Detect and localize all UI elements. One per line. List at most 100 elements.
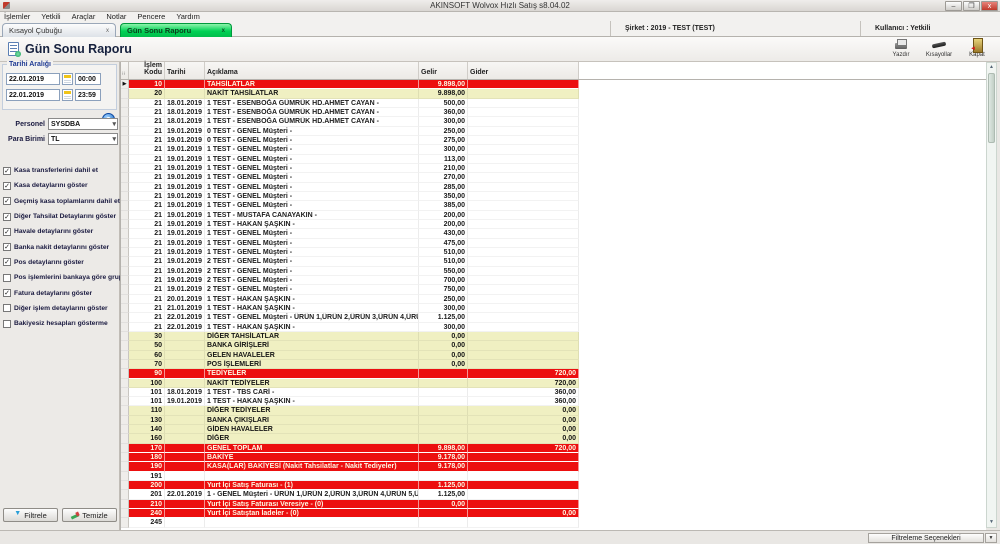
time-to-input[interactable]: 23:59 xyxy=(75,89,101,101)
table-row[interactable]: 200Yurt İçi Satış Faturası - (1)1.125,00 xyxy=(121,481,987,490)
filter-checkbox-item[interactable]: Bakiyesiz hesapları gösterme xyxy=(3,316,119,331)
table-row[interactable]: 2119.01.20191 TEST - GENEL Müşteri -430,… xyxy=(121,229,987,238)
filter-checkbox-item[interactable]: Pos işlemlerini bankaya göre grupla xyxy=(3,270,119,285)
temizle-button[interactable]: Temizle xyxy=(62,508,117,522)
table-row[interactable]: 2119.01.20191 TEST - GENEL Müşteri -285,… xyxy=(121,183,987,192)
table-row[interactable]: 20122.01.20191 - GENEL Müşteri - ÜRÜN 1,… xyxy=(121,490,987,499)
scroll-down-icon[interactable]: ▼ xyxy=(987,518,996,527)
table-row[interactable]: 2119.01.20192 TEST - GENEL Müşteri -550,… xyxy=(121,267,987,276)
calendar-icon[interactable] xyxy=(62,73,73,85)
table-row[interactable]: 140GİDEN HAVALELER0,00 xyxy=(121,425,987,434)
scroll-up-icon[interactable]: ▲ xyxy=(987,63,996,72)
checkbox-unchecked-icon[interactable] xyxy=(3,320,11,328)
filter-checkbox-item[interactable]: ✓Fatura detaylarını göster xyxy=(3,285,119,300)
maximize-button[interactable]: ❐ xyxy=(963,1,980,11)
table-row[interactable]: 2119.01.20190 TEST - GENEL Müşteri -275,… xyxy=(121,136,987,145)
table-row[interactable]: 2119.01.20190 TEST - GENEL Müşteri -250,… xyxy=(121,127,987,136)
table-row[interactable]: 2119.01.20191 TEST - GENEL Müşteri -270,… xyxy=(121,173,987,182)
filter-checkbox-item[interactable]: ✓Geçmiş kasa toplamlarını dahil et xyxy=(3,194,119,209)
close-button[interactable]: x xyxy=(981,1,998,11)
table-row[interactable]: 2119.01.20191 TEST - GENEL Müşteri -385,… xyxy=(121,201,987,210)
checkbox-checked-icon[interactable]: ✓ xyxy=(3,167,11,175)
column-header-gelir[interactable]: Gelir xyxy=(419,62,468,79)
table-row[interactable]: 2118.01.20191 TEST - ESENBOĞA GÜMRÜK HD.… xyxy=(121,108,987,117)
checkbox-checked-icon[interactable]: ✓ xyxy=(3,213,11,221)
table-row[interactable]: ▶10TAHSİLATLAR9.898,00 xyxy=(121,80,987,89)
filter-checkbox-item[interactable]: ✓Banka nakit detaylarını göster xyxy=(3,239,119,254)
table-row[interactable]: 90TEDİYELER720,00 xyxy=(121,369,987,378)
table-row[interactable]: 190KASA(LAR) BAKİYESİ (Nakit Tahsilatlar… xyxy=(121,462,987,471)
menu-item[interactable]: İşlemler xyxy=(4,12,30,21)
table-row[interactable]: 10119.01.20191 TEST - HAKAN ŞAŞKIN -360,… xyxy=(121,397,987,406)
table-row[interactable]: 2122.01.20191 TEST - GENEL Müşteri - ÜRÜ… xyxy=(121,313,987,322)
tab-close-icon[interactable]: x xyxy=(222,28,225,34)
time-from-input[interactable]: 00:00 xyxy=(75,73,101,85)
checkbox-checked-icon[interactable]: ✓ xyxy=(3,228,11,236)
table-row[interactable]: 2119.01.20191 TEST - GENEL Müşteri -475,… xyxy=(121,239,987,248)
column-header-islem-kodu[interactable]: İşlem Kodu xyxy=(129,62,165,79)
table-row[interactable]: 2120.01.20191 TEST - HAKAN ŞAŞKIN -250,0… xyxy=(121,295,987,304)
checkbox-checked-icon[interactable]: ✓ xyxy=(3,289,11,297)
checkbox-checked-icon[interactable]: ✓ xyxy=(3,243,11,251)
menu-item[interactable]: Yetkili xyxy=(41,12,60,21)
tab-gun-sonu-raporu[interactable]: Gün Sonu Raporu x xyxy=(120,23,232,37)
menu-item[interactable]: Pencere xyxy=(137,12,165,21)
filtrele-button[interactable]: Filtrele xyxy=(3,508,58,522)
table-row[interactable]: 2121.01.20191 TEST - HAKAN ŞAŞKIN -300,0… xyxy=(121,304,987,313)
table-row[interactable]: 60GELEN HAVALELER0,00 xyxy=(121,351,987,360)
scrollbar-thumb[interactable] xyxy=(988,73,995,143)
table-row[interactable]: 30DİĞER TAHSİLATLAR0,00 xyxy=(121,332,987,341)
table-row[interactable]: 2118.01.20191 TEST - ESENBOĞA GÜMRÜK HD.… xyxy=(121,99,987,108)
table-row[interactable]: 160DİĞER0,00 xyxy=(121,434,987,443)
calendar-icon[interactable] xyxy=(62,89,73,101)
table-row[interactable]: 10118.01.20191 TEST - TBS CARİ -360,00 xyxy=(121,388,987,397)
table-row[interactable]: 2119.01.20192 TEST - GENEL Müşteri -750,… xyxy=(121,285,987,294)
date-to-input[interactable]: 22.01.2019 xyxy=(6,89,60,101)
personel-select[interactable]: SYSDBA xyxy=(48,118,118,130)
table-row[interactable]: 2119.01.20192 TEST - GENEL Müşteri -510,… xyxy=(121,257,987,266)
table-row[interactable]: 50BANKA GİRİŞLERİ0,00 xyxy=(121,341,987,350)
table-row[interactable]: 70POS İŞLEMLERİ0,00 xyxy=(121,360,987,369)
table-row[interactable]: 2119.01.20191 TEST - GENEL Müşteri -350,… xyxy=(121,192,987,201)
table-row[interactable]: 2119.01.20191 TEST - GENEL Müşteri -113,… xyxy=(121,155,987,164)
table-row[interactable]: 191 xyxy=(121,472,987,481)
column-header-gider[interactable]: Gider xyxy=(468,62,579,79)
vertical-scrollbar[interactable]: ▲ ▼ xyxy=(986,62,997,528)
checkbox-checked-icon[interactable]: ✓ xyxy=(3,258,11,266)
tab-kisayol-cubugu[interactable]: Kısayol Çubuğu x xyxy=(2,23,116,37)
table-row[interactable]: 20NAKİT TAHSİLATLAR9.898,00 xyxy=(121,89,987,98)
table-row[interactable]: 100NAKİT TEDİYELER720,00 xyxy=(121,379,987,388)
table-row[interactable]: 180BAKİYE9.178,00 xyxy=(121,453,987,462)
date-from-input[interactable]: 22.01.2019 xyxy=(6,73,60,85)
table-row[interactable]: 2119.01.20192 TEST - GENEL Müşteri -700,… xyxy=(121,276,987,285)
menu-item[interactable]: Notlar xyxy=(106,12,126,21)
checkbox-unchecked-icon[interactable] xyxy=(3,274,11,282)
filter-checkbox-item[interactable]: ✓Pos detaylarını göster xyxy=(3,255,119,270)
filter-checkbox-item[interactable]: ✓Kasa detaylarını göster xyxy=(3,178,119,193)
minimize-button[interactable]: – xyxy=(945,1,962,11)
menu-item[interactable]: Araçlar xyxy=(72,12,96,21)
table-row[interactable]: 240Yurt İçi Satıştan İadeler - (0)0,00 xyxy=(121,509,987,518)
filter-checkbox-item[interactable]: ✓Kasa transferlerini dahil et xyxy=(3,163,119,178)
chevron-down-icon[interactable]: ▼ xyxy=(985,533,997,543)
table-row[interactable]: 2118.01.20191 TEST - ESENBOĞA GÜMRÜK HD.… xyxy=(121,117,987,126)
column-header-tarihi[interactable]: Tarihi xyxy=(165,62,205,79)
table-row[interactable]: 2119.01.20191 TEST - MUSTAFA CANAYAKIN -… xyxy=(121,211,987,220)
filter-checkbox-item[interactable]: ✓Havale detaylarını göster xyxy=(3,224,119,239)
filter-checkbox-item[interactable]: ✓Diğer Tahsilat Detaylarını göster xyxy=(3,209,119,224)
table-row[interactable]: 2119.01.20191 TEST - GENEL Müşteri -510,… xyxy=(121,248,987,257)
checkbox-checked-icon[interactable]: ✓ xyxy=(3,197,11,205)
kısayollar-button[interactable]: Kısayollar xyxy=(924,38,954,61)
filtreleme-secenekleri-button[interactable]: Filtreleme Seçenekleri xyxy=(868,533,984,543)
checkbox-unchecked-icon[interactable] xyxy=(3,304,11,312)
table-row[interactable]: 2119.01.20191 TEST - GENEL Müşteri -300,… xyxy=(121,145,987,154)
table-row[interactable]: 2119.01.20191 TEST - GENEL Müşteri -210,… xyxy=(121,164,987,173)
checkbox-checked-icon[interactable]: ✓ xyxy=(3,182,11,190)
table-row[interactable]: 245 xyxy=(121,518,987,527)
menu-item[interactable]: Yardım xyxy=(176,12,200,21)
table-row[interactable]: 110DİĞER TEDİYELER0,00 xyxy=(121,406,987,415)
table-row[interactable]: 2122.01.20191 TEST - HAKAN ŞAŞKIN -300,0… xyxy=(121,323,987,332)
column-header-aciklama[interactable]: Açıklama xyxy=(205,62,419,79)
tab-close-icon[interactable]: x xyxy=(106,28,109,34)
table-row[interactable]: 170GENEL TOPLAM9.898,00720,00 xyxy=(121,444,987,453)
